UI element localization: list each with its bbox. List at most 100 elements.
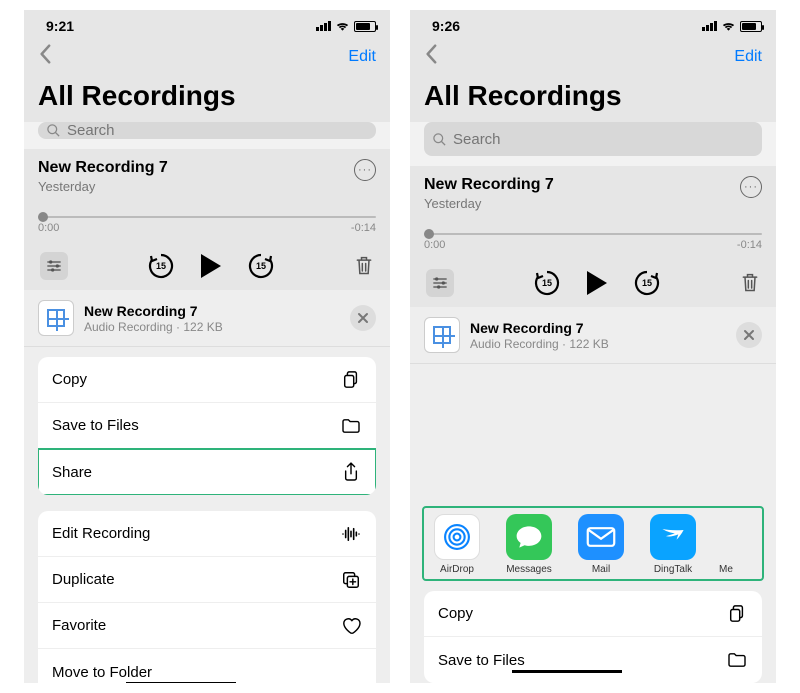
page-title: All Recordings [410, 74, 776, 122]
delete-icon[interactable] [740, 272, 760, 294]
action-label: Duplicate [52, 571, 115, 588]
skip-back-seconds: 15 [542, 278, 552, 288]
dingtalk-icon [650, 514, 696, 560]
play-icon[interactable] [587, 271, 607, 295]
recording-card: New Recording 7 Yesterday ··· 0:00-0:14 … [24, 149, 390, 290]
playback-controls: 15 15 [424, 269, 762, 297]
app-label: Me [719, 564, 733, 575]
battery-icon [354, 21, 376, 32]
close-icon[interactable] [350, 305, 376, 331]
back-chevron-icon[interactable] [38, 44, 52, 70]
recording-file-icon [424, 317, 460, 353]
edit-button[interactable]: Edit [734, 48, 762, 66]
share-title: New Recording 7 [470, 320, 609, 336]
share-app-dingtalk[interactable]: DingTalk [644, 514, 702, 575]
skip-fwd-seconds: 15 [642, 278, 652, 288]
play-icon[interactable] [201, 254, 221, 278]
share-title: New Recording 7 [84, 303, 223, 319]
more-options-icon[interactable]: ··· [354, 159, 376, 181]
action-save-to-files[interactable]: Save to Files [38, 403, 376, 449]
options-sliders-icon[interactable] [426, 269, 454, 297]
time-start: 0:00 [424, 239, 445, 251]
signal-icon [702, 21, 717, 31]
edit-button[interactable]: Edit [348, 48, 376, 66]
share-app-mail[interactable]: Mail [572, 514, 630, 575]
skip-fwd-seconds: 15 [256, 261, 266, 271]
skip-back-icon[interactable]: 15 [533, 269, 561, 297]
action-label: Copy [438, 605, 473, 622]
share-apps-row: AirDrop Messages Mail DingTalk [422, 506, 764, 581]
playback-scrubber[interactable]: 0:00 -0:14 [424, 233, 762, 251]
share-app-airdrop[interactable]: AirDrop [428, 514, 486, 575]
share-sheet-header: New Recording 7 Audio Recording · 122 KB [24, 290, 390, 347]
phone-left: 9:21 Edit All Recordings New Recording 7… [24, 10, 390, 683]
action-favorite[interactable]: Favorite [38, 603, 376, 649]
mail-icon [578, 514, 624, 560]
search-icon [432, 132, 447, 147]
skip-back-seconds: 15 [156, 261, 166, 271]
folder-icon [726, 652, 748, 668]
action-copy[interactable]: Copy [424, 591, 762, 637]
status-time: 9:21 [46, 18, 74, 34]
close-icon[interactable] [736, 322, 762, 348]
action-duplicate[interactable]: Duplicate [38, 557, 376, 603]
status-time: 9:26 [432, 18, 460, 34]
skip-forward-icon[interactable]: 15 [633, 269, 661, 297]
signal-icon [316, 21, 331, 31]
action-copy[interactable]: Copy [38, 357, 376, 403]
battery-icon [740, 21, 762, 32]
waveform-icon [340, 526, 362, 542]
action-label: Edit Recording [52, 525, 150, 542]
duplicate-icon [340, 570, 362, 590]
app-label: AirDrop [440, 564, 474, 575]
playback-controls: 15 15 [38, 252, 376, 280]
share-icon [340, 462, 362, 482]
recording-file-icon [38, 300, 74, 336]
share-sheet-header: New Recording 7 Audio Recording · 122 KB [410, 307, 776, 364]
playback-scrubber[interactable]: 0:00 -0:14 [38, 216, 376, 234]
action-label: Copy [52, 371, 87, 388]
back-chevron-icon[interactable] [424, 44, 438, 70]
share-app-more[interactable]: Me [716, 514, 736, 575]
recording-subtitle: Yesterday [424, 196, 554, 211]
nav-bar: Edit [410, 36, 776, 74]
action-save-to-files[interactable]: Save to Files [424, 637, 762, 683]
search-bar[interactable] [38, 122, 376, 139]
share-app-messages[interactable]: Messages [500, 514, 558, 575]
time-end: -0:14 [351, 222, 376, 234]
status-bar: 9:26 [410, 10, 776, 36]
action-label: Move to Folder [52, 664, 152, 681]
time-end: -0:14 [737, 239, 762, 251]
messages-icon [506, 514, 552, 560]
delete-icon[interactable] [354, 255, 374, 277]
recording-card: New Recording 7 Yesterday ··· 0:00-0:14 … [410, 166, 776, 307]
search-input[interactable] [67, 122, 368, 139]
phone-right: 9:26 Edit All Recordings New Recording 7… [410, 10, 776, 683]
action-edit-recording[interactable]: Edit Recording [38, 511, 376, 557]
status-icons [316, 18, 376, 34]
more-options-icon[interactable]: ··· [740, 176, 762, 198]
recording-title: New Recording 7 [38, 159, 168, 177]
more-app-icon [719, 514, 733, 560]
action-label: Save to Files [438, 652, 525, 669]
share-subtitle: Audio Recording · 122 KB [470, 337, 609, 351]
copy-icon [340, 370, 362, 390]
action-list: Copy Save to Files [424, 591, 762, 683]
options-sliders-icon[interactable] [40, 252, 68, 280]
skip-back-icon[interactable]: 15 [147, 252, 175, 280]
wifi-icon [721, 18, 736, 34]
wifi-icon [335, 18, 350, 34]
action-move-to-folder[interactable]: Move to Folder [38, 649, 376, 683]
time-start: 0:00 [38, 222, 59, 234]
page-title: All Recordings [24, 74, 390, 122]
heart-icon [340, 617, 362, 635]
nav-bar: Edit [24, 36, 390, 74]
folder-icon [340, 418, 362, 434]
action-share[interactable]: Share [38, 449, 376, 495]
share-subtitle: Audio Recording · 122 KB [84, 320, 223, 334]
skip-forward-icon[interactable]: 15 [247, 252, 275, 280]
status-bar: 9:21 [24, 10, 390, 36]
app-label: DingTalk [654, 564, 692, 575]
search-bar[interactable] [424, 122, 762, 156]
search-input[interactable] [453, 131, 754, 148]
